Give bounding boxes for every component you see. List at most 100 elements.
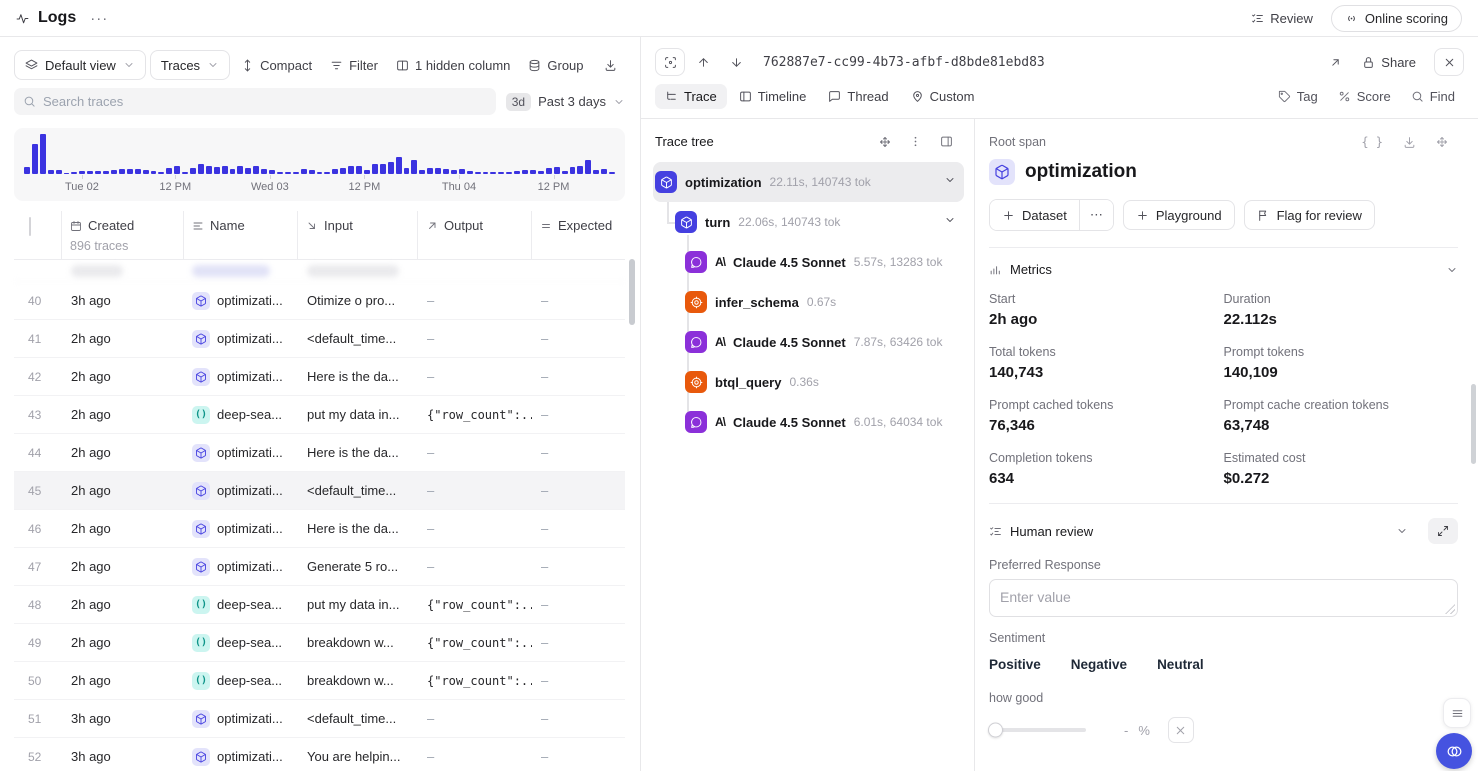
table-row[interactable]: 432h ago()deep-sea...put my data in...{"… xyxy=(14,396,625,434)
name-cell: optimizati... xyxy=(184,558,298,576)
partially-scrolled-row xyxy=(14,260,625,282)
compact-button[interactable]: Compact xyxy=(234,54,319,77)
tree-span-claude-4-5-sonnet[interactable]: A\Claude 4.5 Sonnet5.57s, 13283 tok xyxy=(653,242,964,282)
tree-span-turn[interactable]: turn22.06s, 140743 tok xyxy=(653,202,964,242)
select-all-checkbox[interactable] xyxy=(29,217,31,236)
name-cell: optimizati... xyxy=(184,710,298,728)
score-slider[interactable] xyxy=(989,728,1086,732)
preferred-response-input[interactable] xyxy=(989,579,1458,617)
expand-all-button[interactable] xyxy=(870,134,900,150)
human-review-section-header[interactable]: Human review xyxy=(989,518,1458,544)
axis-tick xyxy=(459,175,460,179)
view-json-button[interactable]: { } xyxy=(1351,135,1393,149)
mode-selector[interactable]: Traces xyxy=(150,50,230,80)
dataset-more-button[interactable]: ⋯ xyxy=(1079,200,1113,230)
prev-trace-button[interactable] xyxy=(689,52,718,73)
table-row[interactable]: 412h agooptimizati...<default_time...–– xyxy=(14,320,625,358)
tab-trace[interactable]: Trace xyxy=(655,84,727,109)
group-button[interactable]: Group xyxy=(521,54,590,77)
share-button[interactable]: Share xyxy=(1354,51,1424,74)
table-row[interactable]: 452h agooptimizati...<default_time...–– xyxy=(14,472,625,510)
calendar-icon xyxy=(70,220,82,232)
tree-span-claude-4-5-sonnet[interactable]: A\Claude 4.5 Sonnet6.01s, 64034 tok xyxy=(653,402,964,442)
open-fullpage-button[interactable] xyxy=(1321,52,1350,73)
column-header-output[interactable]: Output xyxy=(426,218,523,233)
span-meta: 0.67s xyxy=(807,295,956,309)
tag-button[interactable]: Tag xyxy=(1269,85,1327,108)
table-row[interactable]: 462h agooptimizati...Here is the da...–– xyxy=(14,510,625,548)
sentiment-neutral[interactable]: Neutral xyxy=(1157,657,1204,672)
name-cell: ()deep-sea... xyxy=(184,596,298,614)
page-menu-button[interactable]: ··· xyxy=(90,10,108,27)
span-name: optimizati... xyxy=(217,293,283,308)
tree-span-optimization[interactable]: optimization22.11s, 140743 tok xyxy=(653,162,964,202)
input-cell: Here is the da... xyxy=(298,445,418,460)
right-scrollbar-thumb[interactable] xyxy=(1471,384,1476,464)
histogram-bar xyxy=(222,166,228,174)
detail-tabs: TraceTimelineThreadCustom Tag Score Find xyxy=(641,80,1478,119)
column-header-expected[interactable]: Expected xyxy=(540,218,617,233)
clear-score-button[interactable] xyxy=(1168,717,1194,743)
sentiment-positive[interactable]: Positive xyxy=(989,657,1041,672)
metric-item: Total tokens140,743 xyxy=(989,345,1224,381)
export-button[interactable] xyxy=(597,55,624,76)
next-trace-button[interactable] xyxy=(722,52,751,73)
column-header-input[interactable]: Input xyxy=(306,218,409,233)
search-input[interactable] xyxy=(43,94,487,109)
find-button[interactable]: Find xyxy=(1402,85,1464,108)
equals-icon xyxy=(540,220,552,232)
download-span-button[interactable] xyxy=(1393,136,1426,149)
table-row[interactable]: 472h agooptimizati...Generate 5 ro...–– xyxy=(14,548,625,586)
left-scrollbar-thumb[interactable] xyxy=(629,259,635,325)
lock-icon xyxy=(1362,56,1375,69)
table-row[interactable]: 502h ago()deep-sea...breakdown w...{"row… xyxy=(14,662,625,700)
created-cell: 2h ago xyxy=(62,407,184,422)
tree-span-infer-schema[interactable]: infer_schema0.67s xyxy=(653,282,964,322)
tree-menu-button[interactable] xyxy=(900,133,931,150)
date-range-selector[interactable]: 3d Past 3 days xyxy=(506,93,625,111)
table-row[interactable]: 513h agooptimizati...<default_time...–– xyxy=(14,700,625,738)
view-selector[interactable]: Default view xyxy=(14,50,146,80)
collapse-pane-button[interactable] xyxy=(931,133,962,150)
hidden-columns-button[interactable]: 1 hidden column xyxy=(389,54,517,77)
row-number: 40 xyxy=(14,294,62,308)
floating-menu-button[interactable] xyxy=(1443,698,1471,728)
open-playground-button[interactable]: Playground xyxy=(1123,200,1235,230)
focus-span-button[interactable] xyxy=(655,48,685,76)
score-button[interactable]: Score xyxy=(1329,85,1400,108)
assistant-fab[interactable] xyxy=(1436,733,1472,769)
span-detail-pane: Root span { } optimization Datas xyxy=(975,119,1478,771)
metrics-section-header[interactable]: Metrics xyxy=(989,262,1458,277)
flag-for-review-button[interactable]: Flag for review xyxy=(1244,200,1375,230)
filter-button[interactable]: Filter xyxy=(323,54,385,77)
tab-timeline[interactable]: Timeline xyxy=(729,84,817,109)
add-to-dataset-button[interactable]: Dataset xyxy=(990,200,1079,230)
column-header-name[interactable]: Name xyxy=(192,218,289,233)
workflow-icon xyxy=(192,520,210,538)
traces-table: Created 896 traces Name Input Output xyxy=(14,211,625,771)
slider-knob[interactable] xyxy=(988,723,1003,738)
move-span-button[interactable] xyxy=(1426,136,1458,148)
column-header-created[interactable]: Created xyxy=(70,218,175,233)
tab-thread[interactable]: Thread xyxy=(818,84,898,109)
tree-span-claude-4-5-sonnet[interactable]: A\Claude 4.5 Sonnet7.87s, 63426 tok xyxy=(653,322,964,362)
row-number: 44 xyxy=(14,446,62,460)
sentiment-negative[interactable]: Negative xyxy=(1071,657,1127,672)
close-panel-button[interactable] xyxy=(1434,48,1464,76)
table-row[interactable]: 442h agooptimizati...Here is the da...–– xyxy=(14,434,625,472)
top-bar: Logs ··· Review Online scoring xyxy=(0,0,1478,37)
expand-review-button[interactable] xyxy=(1428,518,1458,544)
tree-span-btql-query[interactable]: btql_query0.36s xyxy=(653,362,964,402)
table-row[interactable]: 482h ago()deep-sea...put my data in...{"… xyxy=(14,586,625,624)
table-row[interactable]: 523h agooptimizati...You are helpin...–– xyxy=(14,738,625,771)
table-row[interactable]: 422h agooptimizati...Here is the da...–– xyxy=(14,358,625,396)
span-name: optimizati... xyxy=(217,749,283,764)
arrow-out-icon xyxy=(426,220,438,232)
tab-custom[interactable]: Custom xyxy=(901,84,985,109)
table-row[interactable]: 403h agooptimizati...Otimize o pro...–– xyxy=(14,282,625,320)
online-scoring-button[interactable]: Online scoring xyxy=(1331,5,1462,32)
table-row[interactable]: 492h ago()deep-sea...breakdown w...{"row… xyxy=(14,624,625,662)
slider-label: how good xyxy=(989,691,1458,705)
review-button[interactable]: Review xyxy=(1243,7,1321,30)
traces-histogram[interactable]: Tue 0212 PMWed 0312 PMThu 0412 PM xyxy=(14,128,625,201)
